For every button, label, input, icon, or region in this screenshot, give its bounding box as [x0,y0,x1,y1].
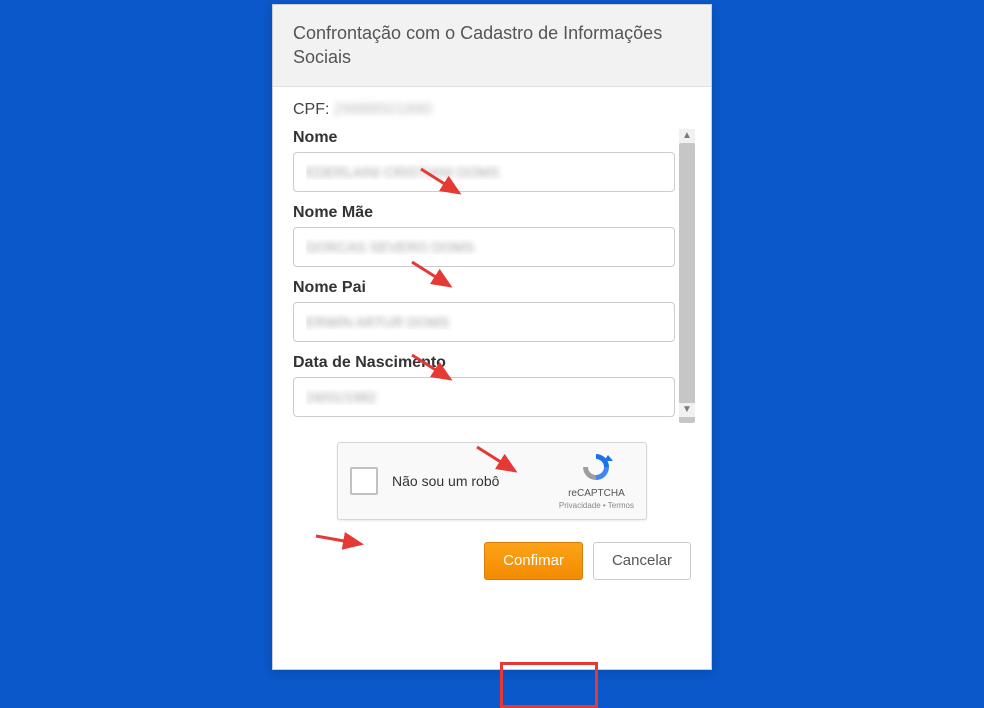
modal-title: Confrontação com o Cadastro de Informaçõ… [273,5,711,87]
input-nome-mae[interactable] [293,227,675,267]
input-data-nascimento[interactable] [293,377,675,417]
modal-footer: Confimar Cancelar [293,538,691,580]
label-nome-pai: Nome Pai [293,279,675,297]
form-scroll-area: ▲ ▼ Nome Nome Mãe Nome Pai Data de Nasci… [293,129,691,417]
recaptcha-legal[interactable]: Privacidade • Termos [559,501,634,511]
recaptcha-icon [578,451,614,483]
recaptcha-brand-text: reCAPTCHA [559,488,634,500]
cancel-button[interactable]: Cancelar [593,542,691,580]
scroll-down-icon[interactable]: ▼ [679,403,695,417]
field-nome-mae: Nome Mãe [293,204,675,267]
annotation-highlight-confirm [500,662,598,708]
field-nome: Nome [293,129,675,192]
recaptcha-checkbox[interactable] [350,467,378,495]
recaptcha-branding: reCAPTCHA Privacidade • Termos [559,451,634,510]
label-nome: Nome [293,129,675,147]
modal-body: CPF: 29888501890 ▲ ▼ Nome Nome Mãe Nome … [273,87,711,596]
modal-dialog: Confrontação com o Cadastro de Informaçõ… [272,4,712,670]
recaptcha-widget: Não sou um robô reCAPTCHA Privacidade • … [337,442,647,520]
label-nome-mae: Nome Mãe [293,204,675,222]
cpf-row: CPF: 29888501890 [293,101,691,119]
scrollbar[interactable]: ▲ ▼ [679,129,695,417]
label-data-nascimento: Data de Nascimento [293,354,675,372]
confirm-button[interactable]: Confimar [484,542,583,580]
input-nome-pai[interactable] [293,302,675,342]
field-nome-pai: Nome Pai [293,279,675,342]
recaptcha-label: Não sou um robô [392,473,499,489]
cpf-label: CPF: [293,101,329,118]
scroll-up-icon[interactable]: ▲ [679,129,695,143]
field-data-nascimento: Data de Nascimento [293,354,675,417]
scrollbar-thumb[interactable] [679,143,695,423]
input-nome[interactable] [293,152,675,192]
cpf-value: 29888501890 [334,101,432,118]
